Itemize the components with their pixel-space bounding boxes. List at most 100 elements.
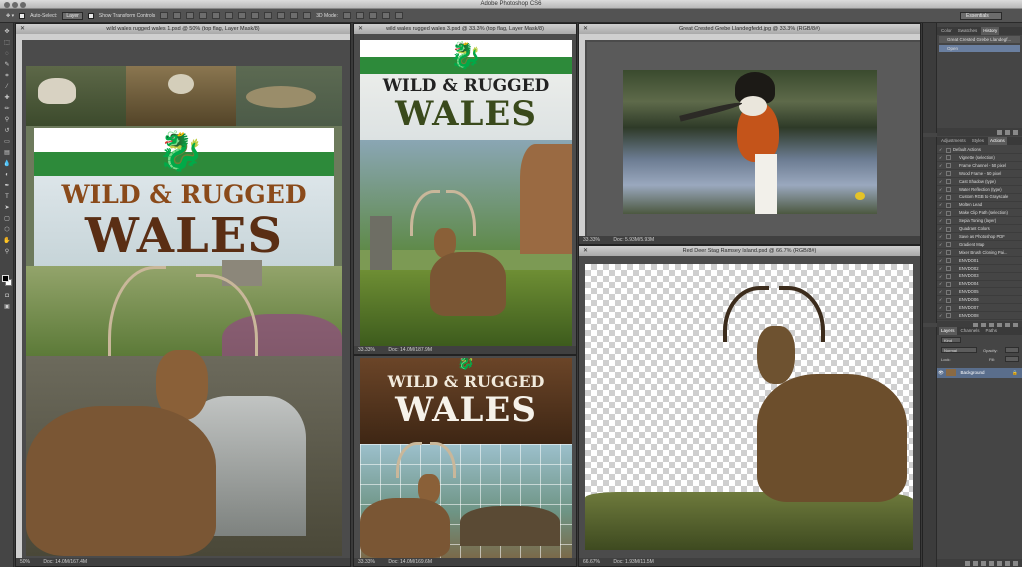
poster-canvas-1[interactable]: 🐉 WILD & RUGGED WALES <box>26 66 342 556</box>
dialog-toggle-icon[interactable] <box>946 202 951 208</box>
dialog-toggle-icon[interactable] <box>946 242 951 248</box>
adjustment-layer-icon[interactable] <box>989 560 994 566</box>
check-icon[interactable]: ✓ <box>939 249 944 256</box>
history-snapshot[interactable]: Great Crested Grebe Llandegf... <box>939 36 1020 43</box>
close-document-icon[interactable]: ✕ <box>20 24 25 34</box>
3d-icon[interactable]: ⬡ <box>3 227 11 234</box>
dialog-toggle-icon[interactable] <box>946 273 951 279</box>
close-document-icon[interactable]: ✕ <box>583 24 588 34</box>
tab-styles[interactable]: Styles <box>970 137 986 145</box>
fill-field[interactable] <box>1005 356 1019 362</box>
3d-drag-icon[interactable] <box>368 12 377 19</box>
workspace-switcher[interactable]: Essentials <box>960 12 1002 20</box>
horizontal-ruler[interactable] <box>16 34 350 40</box>
check-icon[interactable]: ✓ <box>939 209 944 216</box>
close-document-icon[interactable]: ✕ <box>583 246 588 256</box>
align-bottom-icon[interactable] <box>186 12 195 19</box>
blend-mode-dropdown[interactable]: Normal <box>941 347 977 353</box>
tab-adjustments[interactable]: Adjustments <box>939 137 968 145</box>
show-transform-checkbox[interactable] <box>87 12 94 19</box>
dialog-toggle-icon[interactable] <box>946 281 951 287</box>
dialog-toggle-icon[interactable] <box>946 289 951 295</box>
foreground-color-swatch[interactable] <box>2 275 9 282</box>
check-icon[interactable]: ✓ <box>939 296 944 303</box>
auto-select-checkbox[interactable] <box>19 12 26 19</box>
document-window-1[interactable]: ✕ wild wales rugged wales 1.psd @ 50% (t… <box>15 23 351 567</box>
screen-mode-icon[interactable]: ▣ <box>3 304 11 311</box>
dialog-toggle-icon[interactable] <box>946 266 951 271</box>
check-icon[interactable]: ✓ <box>939 288 944 295</box>
dialog-toggle-icon[interactable] <box>946 218 951 224</box>
type-icon[interactable]: T <box>3 194 11 201</box>
poster-canvas-3[interactable]: 🐉 WILD & RUGGED WALES <box>360 358 572 558</box>
dialog-toggle-icon[interactable] <box>946 187 951 192</box>
check-icon[interactable]: ✓ <box>939 312 944 319</box>
document-window-3[interactable]: 🐉 WILD & RUGGED WALES 33.33% Doc: 14.0M/… <box>353 355 577 567</box>
tab-paths[interactable]: Paths <box>984 327 1000 335</box>
distribute-center-icon[interactable] <box>290 12 299 19</box>
clone-stamp-icon[interactable]: ⚲ <box>3 117 11 124</box>
zoom-level[interactable]: 33.33% <box>583 237 600 243</box>
quick-mask-icon[interactable]: ◘ <box>3 293 11 300</box>
distribute-top-icon[interactable] <box>238 12 247 19</box>
layer-filter-kind[interactable]: Kind <box>941 337 961 343</box>
path-select-icon[interactable]: ➤ <box>3 205 11 212</box>
healing-brush-icon[interactable]: ✚ <box>3 95 11 102</box>
new-layer-icon[interactable] <box>1005 560 1010 566</box>
stag-canvas[interactable] <box>585 264 913 550</box>
tab-color[interactable]: Color <box>939 27 954 35</box>
tab-history[interactable]: History <box>981 27 1000 35</box>
dialog-toggle-icon[interactable] <box>946 155 951 161</box>
dialog-toggle-icon[interactable] <box>946 179 951 185</box>
brush-icon[interactable]: ✏ <box>3 106 11 113</box>
align-center-icon[interactable] <box>212 12 221 19</box>
check-icon[interactable]: ✓ <box>939 273 944 280</box>
link-layers-icon[interactable] <box>965 560 970 566</box>
dialog-toggle-icon[interactable] <box>946 147 951 153</box>
hand-icon[interactable]: ✋ <box>3 238 11 245</box>
align-middle-icon[interactable] <box>173 12 182 19</box>
poster-canvas-2[interactable]: 🐉 WILD & RUGGED WALES <box>360 40 572 348</box>
quick-select-icon[interactable]: ✎ <box>3 62 11 69</box>
new-snapshot-icon[interactable] <box>1005 129 1010 135</box>
dialog-toggle-icon[interactable] <box>946 163 951 169</box>
new-group-icon[interactable] <box>997 560 1002 566</box>
move-icon[interactable]: ✥ <box>3 29 11 36</box>
align-top-icon[interactable] <box>160 12 169 19</box>
auto-select-dropdown[interactable]: Layer <box>62 11 83 20</box>
3d-scale-icon[interactable] <box>394 12 403 19</box>
dialog-toggle-icon[interactable] <box>946 171 951 177</box>
distribute-middle-icon[interactable] <box>251 12 260 19</box>
grebe-pasteboard[interactable] <box>587 42 920 238</box>
pen-icon[interactable]: ✒ <box>3 183 11 190</box>
blur-icon[interactable]: 💧 <box>3 161 11 168</box>
3d-roll-icon[interactable] <box>355 12 364 19</box>
zoom-level[interactable]: 50% <box>20 559 30 565</box>
gradient-icon[interactable]: ▤ <box>3 150 11 157</box>
align-right-icon[interactable] <box>225 12 234 19</box>
3d-rotate-icon[interactable] <box>342 12 351 19</box>
tab-actions[interactable]: Actions <box>988 137 1007 145</box>
document-window-5[interactable]: ✕ Red Deer Stag Ramsey Island.psd @ 66.7… <box>578 245 921 567</box>
check-icon[interactable]: ✓ <box>939 154 944 161</box>
document-window-4[interactable]: ✕ Great Crested Grebe Llandegfedd.jpg @ … <box>578 23 921 245</box>
distribute-left-icon[interactable] <box>277 12 286 19</box>
dialog-toggle-icon[interactable] <box>946 305 951 311</box>
vertical-ruler[interactable] <box>579 40 585 236</box>
dodge-icon[interactable]: ◐ <box>3 172 11 179</box>
lasso-icon[interactable]: ◌ <box>3 51 11 58</box>
trash-icon[interactable] <box>1013 560 1018 566</box>
layer-mask-icon[interactable] <box>981 560 986 566</box>
dialog-toggle-icon[interactable] <box>946 194 951 200</box>
close-document-icon[interactable]: ✕ <box>358 24 363 34</box>
distribute-bottom-icon[interactable] <box>264 12 273 19</box>
dialog-toggle-icon[interactable] <box>946 226 951 232</box>
new-document-from-state-icon[interactable] <box>997 129 1002 135</box>
eraser-icon[interactable]: ▭ <box>3 139 11 146</box>
tab-swatches[interactable]: Swatches <box>956 27 980 35</box>
check-icon[interactable]: ✓ <box>939 178 944 185</box>
vertical-ruler[interactable] <box>16 40 22 558</box>
opacity-field[interactable] <box>1005 347 1019 353</box>
3d-slide-icon[interactable] <box>381 12 390 19</box>
zoom-level[interactable]: 33.33% <box>358 559 375 565</box>
